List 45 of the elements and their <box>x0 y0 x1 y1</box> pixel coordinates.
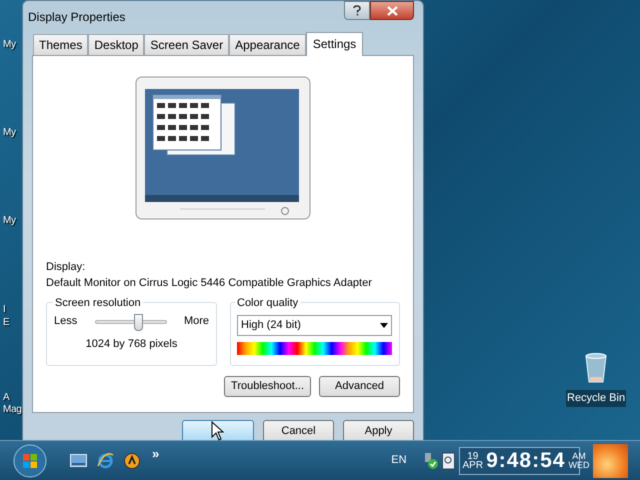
user-picture-block[interactable] <box>592 444 628 478</box>
desktop-icon-label[interactable]: I <box>3 303 6 316</box>
resolution-value: 1024 by 768 pixels <box>86 336 178 352</box>
display-label: Display: <box>46 260 86 274</box>
clock-time: 9:48:54 <box>486 448 566 474</box>
media-player-icon[interactable] <box>124 452 140 468</box>
display-adapter-name: Default Monitor on Cirrus Logic 5446 Compatible Graphics Adapter <box>46 276 373 290</box>
recycle-bin-label[interactable]: Recycle Bin <box>566 390 626 406</box>
clock-weekday: WED <box>568 460 590 470</box>
tab[interactable]: Desktop <box>88 34 144 55</box>
slider-max-label: More <box>184 314 209 329</box>
recycle-bin-icon[interactable] <box>583 352 610 384</box>
start-orb-icon[interactable] <box>13 444 47 478</box>
overflow-chevron[interactable]: » <box>152 444 160 464</box>
dropdown-arrow-icon <box>380 323 388 328</box>
desktop-icon-label[interactable]: A <box>3 391 10 404</box>
help-icon <box>353 5 361 16</box>
show-desktop-icon[interactable] <box>70 454 87 468</box>
tab[interactable]: Settings <box>306 32 364 56</box>
color-quality-dropdown[interactable]: High (24 bit) <box>237 315 392 336</box>
panel-button[interactable]: Troubleshoot... <box>224 376 311 397</box>
tab[interactable]: Appearance <box>229 34 306 55</box>
mouse-pointer-icon <box>211 421 225 441</box>
window-title: Display Properties <box>28 9 126 26</box>
desktop-icon-label[interactable]: Mag <box>3 403 22 416</box>
slider-min-label: Less <box>54 314 78 329</box>
browser-e-icon[interactable] <box>97 452 114 469</box>
tab[interactable]: Themes <box>33 34 88 55</box>
close-icon <box>386 6 398 16</box>
document-search-icon[interactable] <box>442 452 455 470</box>
desktop-icon-label[interactable]: E <box>3 316 10 329</box>
close-button[interactable] <box>370 1 414 20</box>
clock-month: APR <box>462 460 484 470</box>
desktop-icon-label[interactable]: My <box>3 214 16 227</box>
desktop-icon-label[interactable]: My <box>3 126 16 139</box>
group-title: Color quality <box>235 295 300 312</box>
slider-thumb[interactable] <box>134 314 143 331</box>
desktop-icon-label[interactable]: My <box>3 38 16 51</box>
clock-day: 19 <box>467 452 478 460</box>
language-indicator[interactable]: EN <box>391 452 407 469</box>
clock-ampm: AM <box>572 452 586 460</box>
panel-button[interactable]: Advanced <box>319 376 400 397</box>
help-button[interactable] <box>344 1 370 20</box>
tab[interactable]: Screen Saver <box>144 34 230 55</box>
security-check-icon[interactable] <box>422 452 439 470</box>
